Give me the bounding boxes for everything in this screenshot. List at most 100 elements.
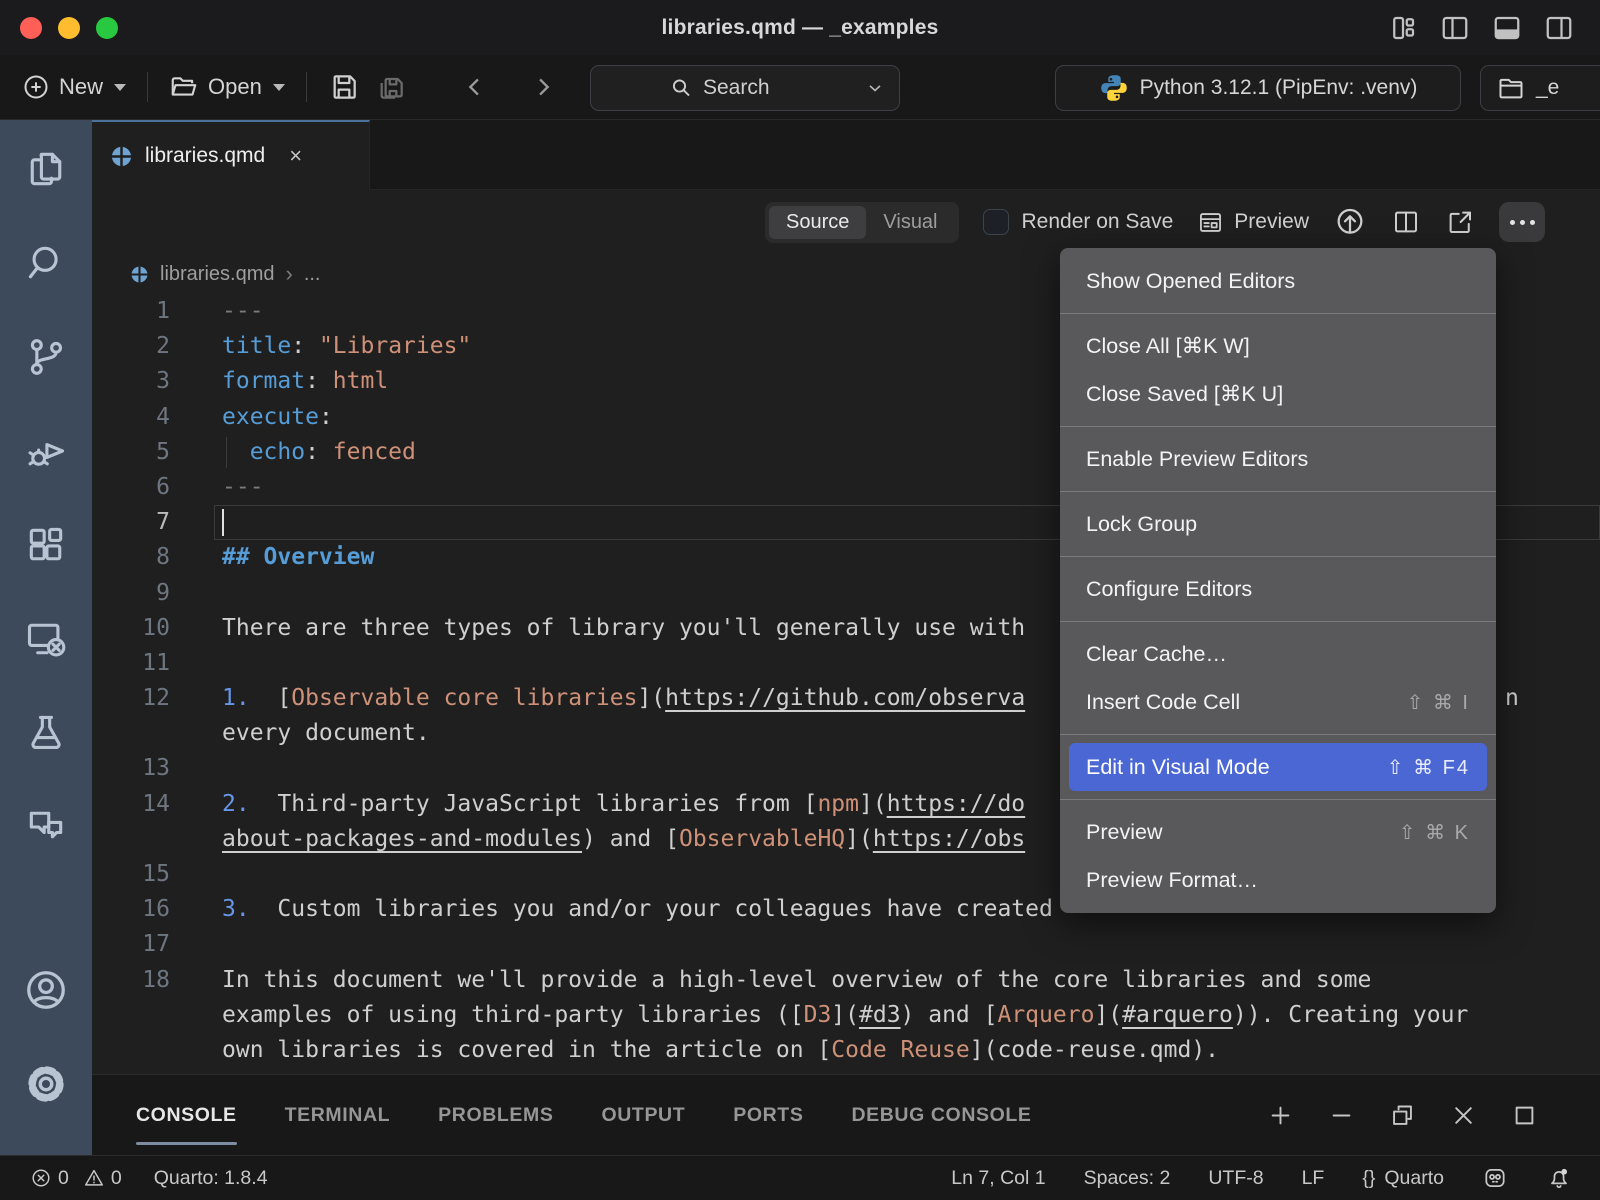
text-cursor bbox=[222, 509, 224, 536]
panel-tab-problems[interactable]: PROBLEMS bbox=[438, 1075, 553, 1155]
language-mode-status[interactable]: {} Quarto bbox=[1362, 1167, 1444, 1190]
testing-icon[interactable] bbox=[24, 710, 68, 756]
window-title: libraries.qmd — _examples bbox=[0, 16, 1600, 40]
indentation-status[interactable]: Spaces: 2 bbox=[1084, 1167, 1171, 1190]
menu-item[interactable]: Edit in Visual Mode⇧ ⌘ F4 bbox=[1069, 743, 1487, 791]
extensions-icon[interactable] bbox=[24, 522, 68, 568]
status-bar: 0 0 Quarto: 1.8.4 Ln 7, Col 1 Spaces: 2 … bbox=[0, 1155, 1600, 1200]
source-control-icon[interactable] bbox=[24, 334, 68, 380]
menu-item[interactable]: Close All [⌘K W] bbox=[1060, 322, 1496, 370]
close-panel-icon[interactable] bbox=[1450, 1102, 1477, 1129]
save-all-icon bbox=[375, 71, 407, 103]
open-button-label: Open bbox=[208, 74, 262, 100]
line-number: 7 bbox=[92, 505, 170, 540]
breadcrumb-file[interactable]: libraries.qmd bbox=[160, 263, 274, 286]
run-debug-icon[interactable] bbox=[24, 428, 68, 474]
bottom-panel-header: CONSOLE TERMINAL PROBLEMS OUTPUT PORTS DEBUG … bbox=[92, 1074, 1600, 1155]
new-button[interactable]: New bbox=[22, 73, 126, 101]
menu-item[interactable]: Configure Editors bbox=[1060, 565, 1496, 613]
more-actions-button[interactable] bbox=[1499, 202, 1545, 242]
interpreter-selector-button[interactable]: Python 3.12.1 (PipEnv: .venv) bbox=[1055, 65, 1461, 111]
menu-item[interactable]: Show Opened Editors bbox=[1060, 257, 1496, 305]
problems-status[interactable]: 0 0 bbox=[30, 1167, 122, 1190]
encoding-status[interactable]: UTF-8 bbox=[1208, 1167, 1263, 1190]
open-button[interactable]: Open bbox=[169, 72, 285, 102]
folder-icon bbox=[1497, 74, 1525, 102]
panel-tabs: CONSOLE TERMINAL PROBLEMS OUTPUT PORTS DEBUG … bbox=[92, 1075, 1032, 1155]
navigate-back-button[interactable] bbox=[461, 73, 489, 101]
menu-item-label: Close All [⌘K W] bbox=[1086, 334, 1250, 359]
line-number: 9 bbox=[92, 576, 170, 611]
save-icon bbox=[328, 71, 360, 103]
search-input[interactable]: Search bbox=[590, 65, 900, 111]
comments-icon[interactable] bbox=[24, 804, 68, 850]
open-in-new-window-icon[interactable] bbox=[1445, 207, 1475, 237]
panel-tab-ports[interactable]: PORTS bbox=[733, 1075, 803, 1155]
open-folder-icon bbox=[169, 72, 199, 102]
navigate-forward-button[interactable] bbox=[529, 73, 557, 101]
line-number: 17 bbox=[92, 927, 170, 962]
menu-separator bbox=[1060, 556, 1496, 557]
menu-item-label: Edit in Visual Mode bbox=[1086, 755, 1270, 780]
minimize-panel-icon[interactable] bbox=[1328, 1102, 1355, 1129]
explorer-icon[interactable] bbox=[24, 146, 68, 192]
toggle-bottom-panel-icon[interactable] bbox=[1492, 13, 1522, 43]
tab-label: libraries.qmd bbox=[145, 144, 265, 168]
chevron-down-icon bbox=[273, 84, 285, 91]
workspace-folder-button[interactable]: _e bbox=[1480, 65, 1600, 111]
menu-item[interactable]: Lock Group bbox=[1060, 500, 1496, 548]
error-icon bbox=[30, 1167, 52, 1189]
toggle-left-sidebar-icon[interactable] bbox=[1440, 13, 1470, 43]
tab-libraries-qmd[interactable]: libraries.qmd × bbox=[92, 120, 370, 190]
save-all-button[interactable] bbox=[375, 71, 407, 103]
code-line: own libraries is covered in the article … bbox=[92, 1033, 1600, 1068]
save-button[interactable] bbox=[328, 71, 360, 103]
render-on-save-checkbox[interactable] bbox=[983, 209, 1009, 235]
menu-item[interactable]: Close Saved [⌘K U] bbox=[1060, 370, 1496, 418]
interpreter-label: Python 3.12.1 (PipEnv: .venv) bbox=[1140, 76, 1418, 100]
search-icon bbox=[669, 76, 693, 100]
menu-item[interactable]: Enable Preview Editors bbox=[1060, 435, 1496, 483]
account-icon[interactable] bbox=[23, 967, 69, 1013]
panel-tab-debug-console[interactable]: DEBUG CONSOLE bbox=[851, 1075, 1031, 1155]
add-icon[interactable] bbox=[1267, 1102, 1294, 1129]
search-label: Search bbox=[703, 76, 770, 100]
menu-item-label: Preview Format… bbox=[1086, 868, 1258, 893]
line-number: 5 bbox=[92, 435, 170, 470]
menu-item[interactable]: Insert Code Cell⇧ ⌘ I bbox=[1060, 678, 1496, 726]
restore-panel-icon[interactable] bbox=[1389, 1102, 1416, 1129]
maximize-panel-icon[interactable] bbox=[1511, 1102, 1538, 1129]
notifications-bell-icon[interactable] bbox=[1546, 1165, 1572, 1191]
toggle-right-sidebar-icon[interactable] bbox=[1544, 13, 1574, 43]
preview-button[interactable]: Preview bbox=[1197, 209, 1309, 236]
title-bar: libraries.qmd — _examples bbox=[0, 0, 1600, 55]
panel-tab-terminal[interactable]: TERMINAL bbox=[285, 1075, 391, 1155]
error-count: 0 bbox=[58, 1167, 69, 1190]
quarto-version-status[interactable]: Quarto: 1.8.4 bbox=[154, 1167, 268, 1190]
search-sidebar-icon[interactable] bbox=[24, 240, 68, 286]
visual-mode-button[interactable]: Visual bbox=[866, 206, 954, 239]
settings-gear-icon[interactable] bbox=[23, 1061, 69, 1107]
close-tab-icon[interactable]: × bbox=[289, 143, 302, 169]
line-number: 18 bbox=[92, 963, 170, 998]
menu-separator bbox=[1060, 313, 1496, 314]
panel-tab-console[interactable]: CONSOLE bbox=[136, 1075, 237, 1155]
source-mode-button[interactable]: Source bbox=[769, 206, 866, 239]
eol-status[interactable]: LF bbox=[1302, 1167, 1325, 1190]
remote-sessions-icon[interactable] bbox=[24, 616, 68, 662]
menu-item[interactable]: Preview⇧ ⌘ K bbox=[1060, 808, 1496, 856]
custom-layout-icon[interactable] bbox=[1388, 13, 1418, 43]
panel-tab-output[interactable]: OUTPUT bbox=[601, 1075, 685, 1155]
source-visual-toggle: Source Visual bbox=[765, 202, 959, 243]
chevron-left-icon bbox=[461, 73, 489, 101]
render-document-button[interactable] bbox=[1333, 205, 1367, 239]
breadcrumb-more[interactable]: ... bbox=[304, 263, 321, 286]
cursor-position-status[interactable]: Ln 7, Col 1 bbox=[951, 1167, 1045, 1190]
menu-shortcut: ⇧ ⌘ I bbox=[1407, 690, 1470, 715]
menu-item[interactable]: Preview Format… bbox=[1060, 856, 1496, 904]
feedback-icon[interactable] bbox=[1482, 1165, 1508, 1191]
menu-item-label: Lock Group bbox=[1086, 512, 1197, 537]
split-editor-icon[interactable] bbox=[1391, 207, 1421, 237]
editor-action-bar: Source Visual Render on Save Preview bbox=[92, 190, 1600, 254]
menu-item[interactable]: Clear Cache… bbox=[1060, 630, 1496, 678]
